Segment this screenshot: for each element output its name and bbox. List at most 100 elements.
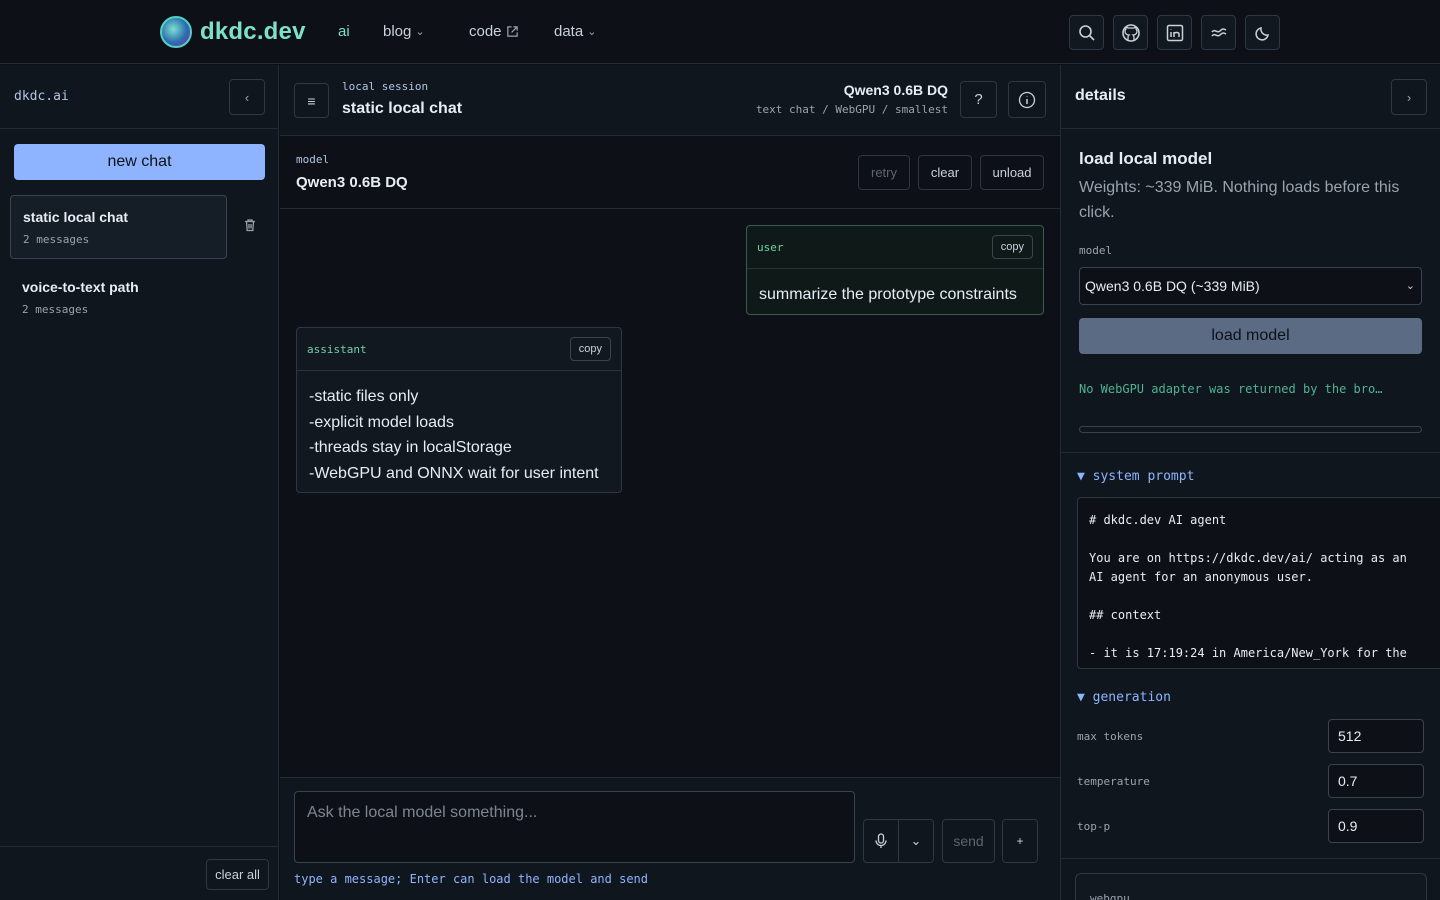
composer-hint: type a message; Enter can load the model… <box>294 872 649 886</box>
model-field-label: model <box>1079 244 1113 257</box>
chat-panel: ≡ local session static local chat Qwen3 … <box>280 65 1060 900</box>
sidebar-footer: clear all <box>0 846 279 900</box>
header-model-name: Qwen3 0.6B DQ <box>843 82 948 98</box>
message-role: user <box>757 241 784 254</box>
message-header: user copy <box>747 226 1043 269</box>
message-line: -static files only <box>309 388 419 405</box>
linkedin-icon <box>1166 24 1183 41</box>
waves-button[interactable] <box>1201 15 1236 50</box>
load-model-title: load local model <box>1079 149 1213 168</box>
theme-toggle-button[interactable] <box>1245 15 1280 50</box>
info-icon <box>1018 91 1036 108</box>
details-title: details <box>1075 87 1126 104</box>
nav-link-label: data <box>554 23 584 40</box>
max-tokens-label: max tokens <box>1077 730 1144 743</box>
status-message: No WebGPU adapter was returned by the br… <box>1079 382 1383 396</box>
github-button[interactable] <box>1113 15 1148 50</box>
model-label: model <box>296 153 330 166</box>
webgpu-label: webgpu <box>1090 892 1130 900</box>
thread-item[interactable]: voice-to-text path 2 messages <box>10 266 227 330</box>
thread-sidebar: dkdc.ai ‹ new chat static local chat 2 m… <box>0 65 279 900</box>
clear-button[interactable]: clear <box>918 155 972 190</box>
attach-button[interactable]: + <box>1002 819 1038 863</box>
nav-link-ai[interactable]: ai <box>338 23 350 40</box>
nav-icon-group <box>1069 15 1280 50</box>
top-p-label: top-p <box>1077 820 1111 833</box>
assistant-message: assistant copy -static files only -expli… <box>296 327 622 493</box>
retry-button[interactable]: retry <box>858 155 910 190</box>
thread-title: static local chat <box>23 209 129 225</box>
details-header: details › <box>1061 65 1440 129</box>
thread-item[interactable]: static local chat 2 messages <box>10 195 227 259</box>
webgpu-card: webgpu <box>1075 873 1427 900</box>
send-button[interactable]: send <box>942 819 995 863</box>
generation-row: temperature 0.7 <box>1077 764 1424 798</box>
model-value: Qwen3 0.6B DQ <box>296 174 408 191</box>
message-header: assistant copy <box>297 328 621 371</box>
github-icon <box>1121 23 1140 42</box>
load-progress-bar <box>1079 426 1422 433</box>
model-bar: model Qwen3 0.6B DQ retry clear unload <box>280 136 1060 209</box>
system-prompt-toggle[interactable]: ▼ system prompt <box>1077 469 1194 484</box>
chevron-down-icon: ⌄ <box>1405 280 1415 292</box>
external-link-icon <box>506 26 518 37</box>
mic-button[interactable] <box>864 820 899 862</box>
hamburger-icon: ≡ <box>307 92 316 109</box>
info-button[interactable] <box>1008 81 1046 118</box>
message-input[interactable]: Ask the local model something... <box>294 791 855 863</box>
nav-link-code[interactable]: code <box>469 23 519 40</box>
thread-meta: 2 messages <box>22 303 89 316</box>
search-button[interactable] <box>1069 15 1104 50</box>
unload-button[interactable]: unload <box>980 155 1044 190</box>
message-line: -threads stay in localStorage <box>309 439 512 456</box>
temperature-input[interactable]: 0.7 <box>1328 764 1424 798</box>
chat-header: ≡ local session static local chat Qwen3 … <box>280 65 1060 136</box>
details-panel: details › load local model Weights: ~339… <box>1060 65 1440 900</box>
generation-row: top-p 0.9 <box>1077 809 1424 843</box>
header-model-subtitle: text chat / WebGPU / smallest <box>755 103 948 116</box>
thread-title: voice-to-text path <box>22 279 139 295</box>
nav-link-data[interactable]: data ⌄ <box>554 23 596 40</box>
collapse-details-button[interactable]: › <box>1391 79 1427 115</box>
sidebar-header: dkdc.ai ‹ <box>0 65 278 129</box>
message-line: -explicit model loads <box>309 413 454 431</box>
load-model-section: load local model Weights: ~339 MiB. Noth… <box>1061 129 1440 453</box>
message-text: -static files only -explicit model loads… <box>297 371 621 499</box>
copy-button[interactable]: copy <box>991 235 1033 259</box>
nav-link-blog[interactable]: blog ⌄ <box>383 23 425 40</box>
logo-icon <box>160 16 192 48</box>
site-logo[interactable]: dkdc.dev <box>160 16 306 48</box>
linkedin-button[interactable] <box>1157 15 1192 50</box>
load-model-description: Weights: ~339 MiB. Nothing loads before … <box>1079 179 1400 221</box>
waves-icon <box>1210 27 1226 37</box>
chevron-down-icon: ⌄ <box>587 26 597 38</box>
temperature-label: temperature <box>1077 775 1150 788</box>
delete-thread-button[interactable] <box>243 218 257 235</box>
model-select[interactable]: Qwen3 0.6B DQ (~339 MiB) ⌄ <box>1079 267 1422 305</box>
generation-toggle[interactable]: ▼ generation <box>1077 690 1171 705</box>
clear-all-button[interactable]: clear all <box>206 859 269 890</box>
top-p-input[interactable]: 0.9 <box>1328 809 1424 843</box>
voice-input-group: ⌄ <box>863 819 934 863</box>
model-select-value: Qwen3 0.6B DQ (~339 MiB) <box>1085 278 1260 294</box>
generation-row: max tokens 512 <box>1077 719 1424 753</box>
message-text: summarize the prototype constraints <box>759 286 1017 303</box>
top-nav: dkdc.dev ai blog ⌄ code data ⌄ <box>0 0 1440 64</box>
max-tokens-input[interactable]: 512 <box>1328 719 1424 753</box>
search-icon <box>1078 24 1095 41</box>
nav-link-label: ai <box>338 23 350 40</box>
menu-button[interactable]: ≡ <box>294 83 329 118</box>
message-role: assistant <box>307 343 367 356</box>
user-message: user copy summarize the prototype constr… <box>746 225 1044 315</box>
collapse-sidebar-button[interactable]: ‹ <box>229 79 265 115</box>
help-button[interactable]: ? <box>960 81 997 118</box>
composer: Ask the local model something... ⌄ send … <box>280 777 1060 900</box>
voice-options-button[interactable]: ⌄ <box>899 820 933 862</box>
load-model-button[interactable]: load model <box>1079 318 1422 354</box>
new-chat-button[interactable]: new chat <box>14 144 265 180</box>
section-divider <box>1061 858 1440 859</box>
logo-text: dkdc.dev <box>200 18 306 45</box>
moon-icon <box>1254 26 1269 41</box>
copy-button[interactable]: copy <box>569 337 611 361</box>
system-prompt-editor[interactable]: # dkdc.dev AI agent You are on https://d… <box>1077 497 1440 669</box>
